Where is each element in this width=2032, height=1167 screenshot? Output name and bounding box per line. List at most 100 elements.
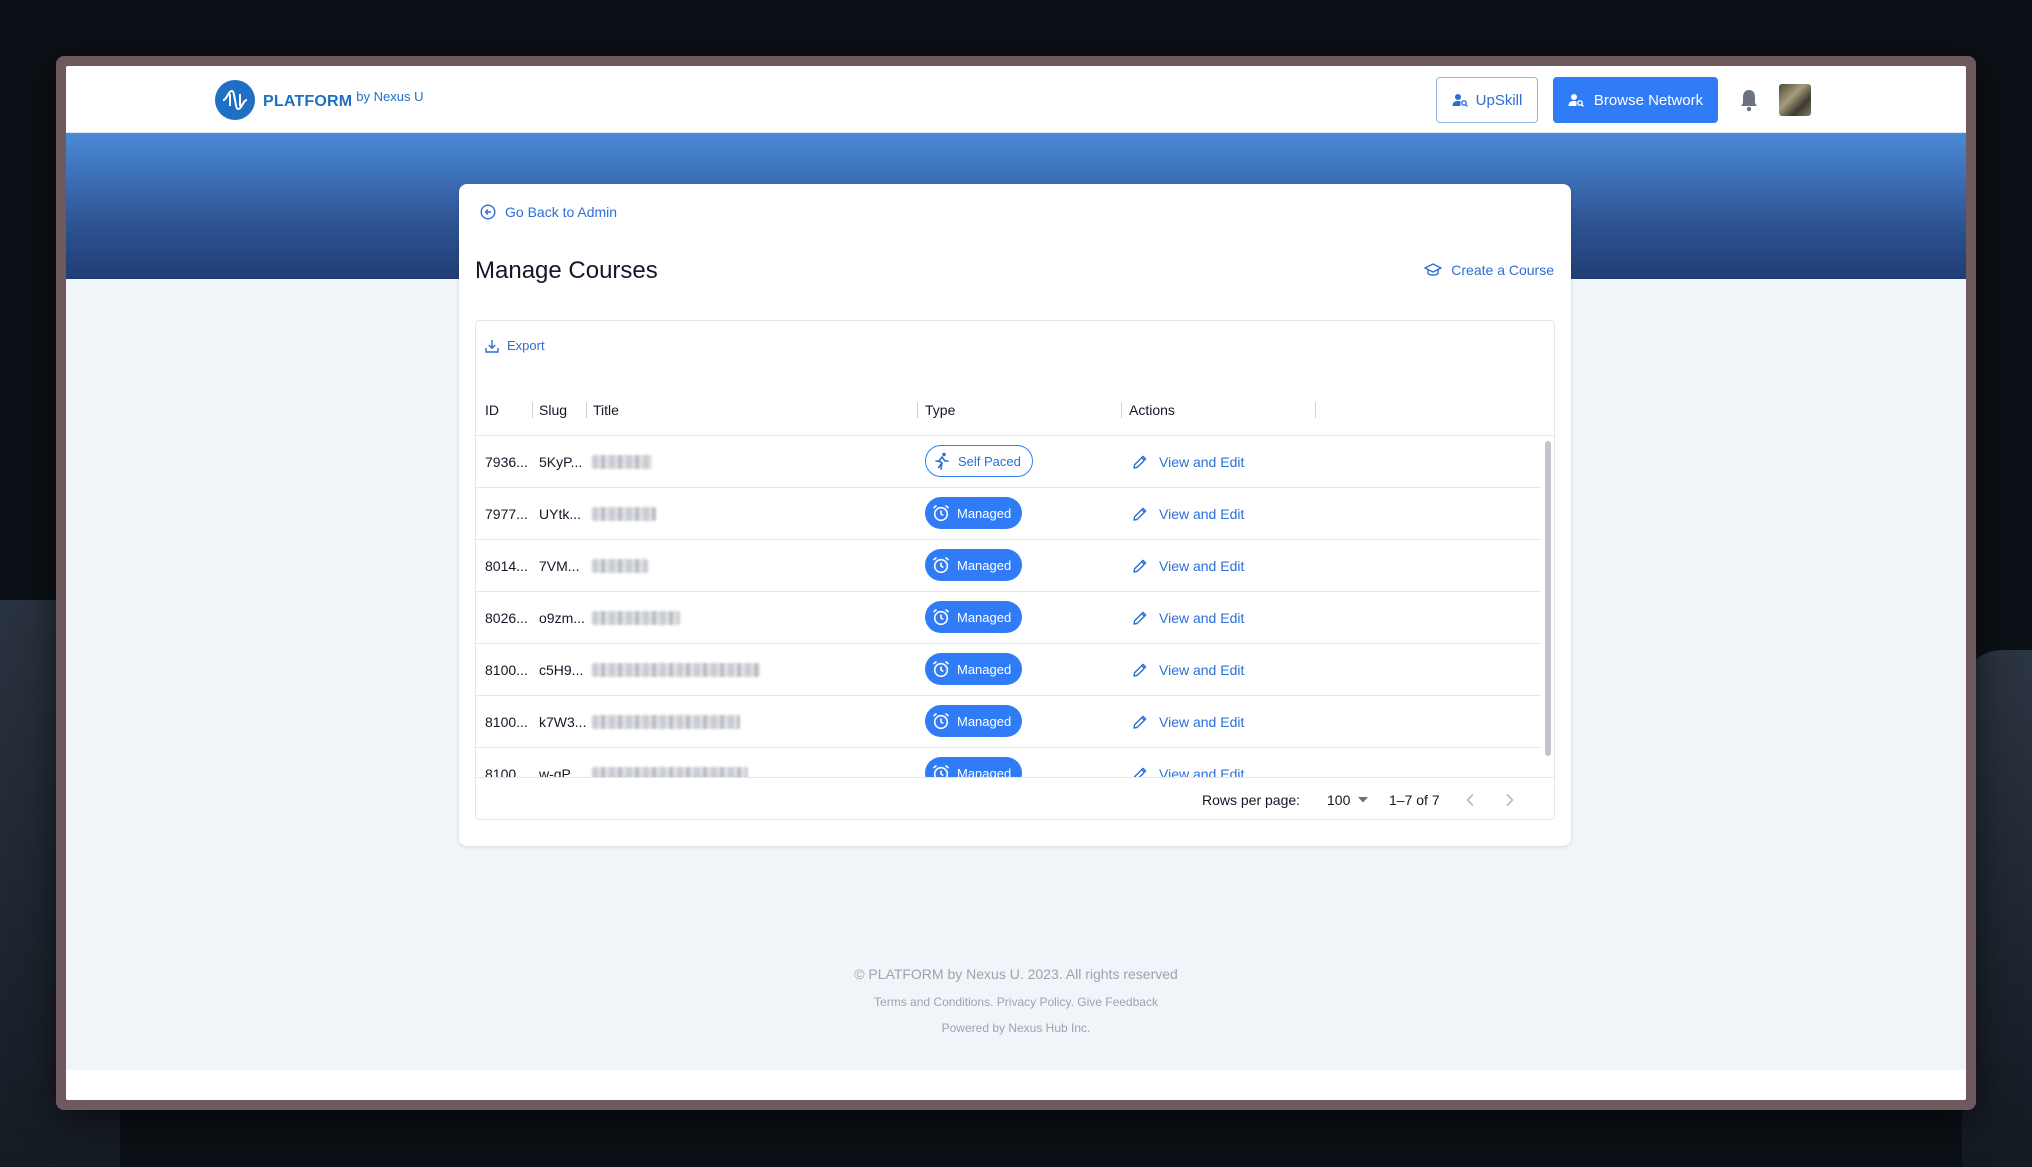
view-and-edit-link[interactable]: View and Edit bbox=[1132, 540, 1244, 592]
cell-id: 8026... bbox=[485, 610, 528, 626]
type-chip-managed[interactable]: Managed bbox=[925, 653, 1023, 685]
graduation-cap-icon bbox=[1424, 263, 1443, 276]
user-search-icon bbox=[1568, 94, 1584, 107]
alarm-clock-icon bbox=[932, 556, 950, 574]
grid-pagination: Rows per page: 100 1–7 of 7 bbox=[476, 777, 1554, 821]
user-avatar[interactable] bbox=[1779, 84, 1811, 116]
view-and-edit-link[interactable]: View and Edit bbox=[1132, 488, 1244, 540]
view-and-edit-label: View and Edit bbox=[1159, 714, 1245, 730]
pencil-icon bbox=[1133, 559, 1147, 573]
page-title: Manage Courses bbox=[475, 257, 658, 284]
cell-title-redacted bbox=[592, 455, 652, 469]
previous-page-button[interactable] bbox=[1459, 789, 1481, 811]
browser-window: PLATFORM by Nexus U UpSkill Browse Netwo… bbox=[56, 56, 1976, 1110]
type-chip-self-paced[interactable]: Self Paced bbox=[925, 445, 1033, 477]
view-and-edit-label: View and Edit bbox=[1159, 610, 1245, 626]
table-row[interactable]: 8100... c5H9... Managed View and Edit bbox=[476, 644, 1541, 696]
create-course-label: Create a Course bbox=[1451, 262, 1554, 278]
footer-links[interactable]: Terms and Conditions. Privacy Policy. Gi… bbox=[66, 995, 1966, 1009]
notification-bell-icon[interactable] bbox=[1738, 88, 1760, 112]
brand-logo[interactable]: PLATFORM by Nexus U bbox=[215, 80, 424, 120]
table-row[interactable]: 7936... 5KyP... Self Paced View and Edit bbox=[476, 436, 1541, 488]
column-header-type[interactable]: Type bbox=[925, 384, 955, 436]
cell-slug: w-gP... bbox=[539, 766, 581, 777]
type-chip-managed[interactable]: Managed bbox=[925, 549, 1023, 581]
footer-powered-by: Powered by Nexus Hub Inc. bbox=[941, 1021, 1091, 1035]
column-header-slug[interactable]: Slug bbox=[539, 384, 567, 436]
column-separator[interactable] bbox=[917, 402, 918, 418]
scrollbar-thumb[interactable] bbox=[1545, 441, 1551, 756]
rows-per-page-select[interactable]: 100 bbox=[1327, 778, 1369, 822]
export-label: Export bbox=[507, 338, 545, 353]
column-separator[interactable] bbox=[586, 402, 587, 418]
running-person-icon bbox=[935, 452, 949, 470]
upskill-label: UpSkill bbox=[1475, 91, 1523, 109]
upskill-button[interactable]: UpSkill bbox=[1436, 77, 1538, 123]
table-row[interactable]: 7977... UYtk... Managed View and Edit bbox=[476, 488, 1541, 540]
courses-data-grid: Export ID Slug Title Type Actions 7936..… bbox=[475, 320, 1555, 820]
browse-network-button[interactable]: Browse Network bbox=[1553, 77, 1718, 123]
cell-slug: 7VM... bbox=[539, 558, 580, 574]
grid-rows: 7936... 5KyP... Self Paced View and Edit… bbox=[476, 436, 1541, 777]
create-course-link[interactable]: Create a Course bbox=[1424, 262, 1554, 278]
site-footer: © PLATFORM by Nexus U. 2023. All rights … bbox=[66, 966, 1966, 1035]
view-and-edit-link[interactable]: View and Edit bbox=[1132, 644, 1244, 696]
cell-title-redacted bbox=[592, 767, 748, 777]
download-icon bbox=[485, 339, 499, 353]
next-page-button[interactable] bbox=[1499, 789, 1521, 811]
grid-vertical-scrollbar[interactable] bbox=[1542, 436, 1554, 777]
cell-slug: c5H9... bbox=[539, 662, 584, 678]
table-row[interactable]: 8026... o9zm... Managed View and Edit bbox=[476, 592, 1541, 644]
type-chip-label: Self Paced bbox=[958, 453, 1021, 469]
cell-id: 8014... bbox=[485, 558, 528, 574]
type-chip-managed[interactable]: Managed bbox=[925, 601, 1023, 633]
alarm-clock-icon bbox=[932, 504, 950, 522]
view-and-edit-link[interactable]: View and Edit bbox=[1132, 696, 1244, 748]
bottom-strip bbox=[66, 1070, 1966, 1100]
view-and-edit-link[interactable]: View and Edit bbox=[1132, 436, 1244, 488]
pencil-icon bbox=[1133, 715, 1147, 729]
table-row[interactable]: 8014... 7VM... Managed View and Edit bbox=[476, 540, 1541, 592]
cell-slug: UYtk... bbox=[539, 506, 582, 522]
view-and-edit-label: View and Edit bbox=[1159, 454, 1245, 470]
cell-title-redacted bbox=[592, 559, 648, 573]
cell-slug: o9zm... bbox=[539, 610, 585, 626]
top-nav: PLATFORM by Nexus U UpSkill Browse Netwo… bbox=[66, 66, 1966, 133]
column-separator[interactable] bbox=[532, 402, 533, 418]
table-row[interactable]: 8100... k7W3... Managed View and Edit bbox=[476, 696, 1541, 748]
table-row[interactable]: 8100... w-gP... Managed View and Edit bbox=[476, 748, 1541, 777]
column-header-actions[interactable]: Actions bbox=[1129, 384, 1175, 436]
cell-slug: k7W3... bbox=[539, 714, 587, 730]
rows-per-page-label: Rows per page: bbox=[1202, 792, 1301, 808]
column-separator[interactable] bbox=[1121, 402, 1122, 418]
cell-id: 7936... bbox=[485, 454, 528, 470]
cell-title-redacted bbox=[592, 611, 680, 625]
column-header-id[interactable]: ID bbox=[485, 384, 499, 436]
pencil-icon bbox=[1133, 663, 1147, 677]
cell-title-redacted bbox=[592, 507, 656, 521]
type-chip-label: Managed bbox=[957, 713, 1012, 729]
caret-down-icon bbox=[1358, 797, 1369, 803]
column-separator[interactable] bbox=[1315, 402, 1316, 418]
pencil-icon bbox=[1133, 455, 1147, 469]
type-chip-managed[interactable]: Managed bbox=[925, 497, 1023, 529]
view-and-edit-link[interactable]: View and Edit bbox=[1132, 748, 1244, 777]
grid-header-row: ID Slug Title Type Actions bbox=[476, 384, 1554, 436]
view-and-edit-label: View and Edit bbox=[1159, 506, 1245, 522]
browse-network-label: Browse Network bbox=[1593, 91, 1704, 109]
column-header-title[interactable]: Title bbox=[593, 384, 619, 436]
cell-slug: 5KyP... bbox=[539, 454, 583, 470]
type-chip-label: Managed bbox=[957, 505, 1012, 521]
view-and-edit-label: View and Edit bbox=[1159, 662, 1245, 678]
type-chip-managed[interactable]: Managed bbox=[925, 705, 1023, 737]
cell-title-redacted bbox=[592, 715, 740, 729]
view-and-edit-label: View and Edit bbox=[1159, 558, 1245, 574]
logo-mark-icon bbox=[215, 80, 255, 120]
type-chip-managed[interactable]: Managed bbox=[925, 757, 1023, 777]
pencil-icon bbox=[1133, 767, 1147, 777]
export-button[interactable]: Export bbox=[485, 338, 545, 353]
view-and-edit-link[interactable]: View and Edit bbox=[1132, 592, 1244, 644]
brand-name: PLATFORM bbox=[263, 93, 353, 110]
go-back-to-admin-link[interactable]: Go Back to Admin bbox=[480, 204, 617, 220]
go-back-label: Go Back to Admin bbox=[505, 204, 618, 220]
